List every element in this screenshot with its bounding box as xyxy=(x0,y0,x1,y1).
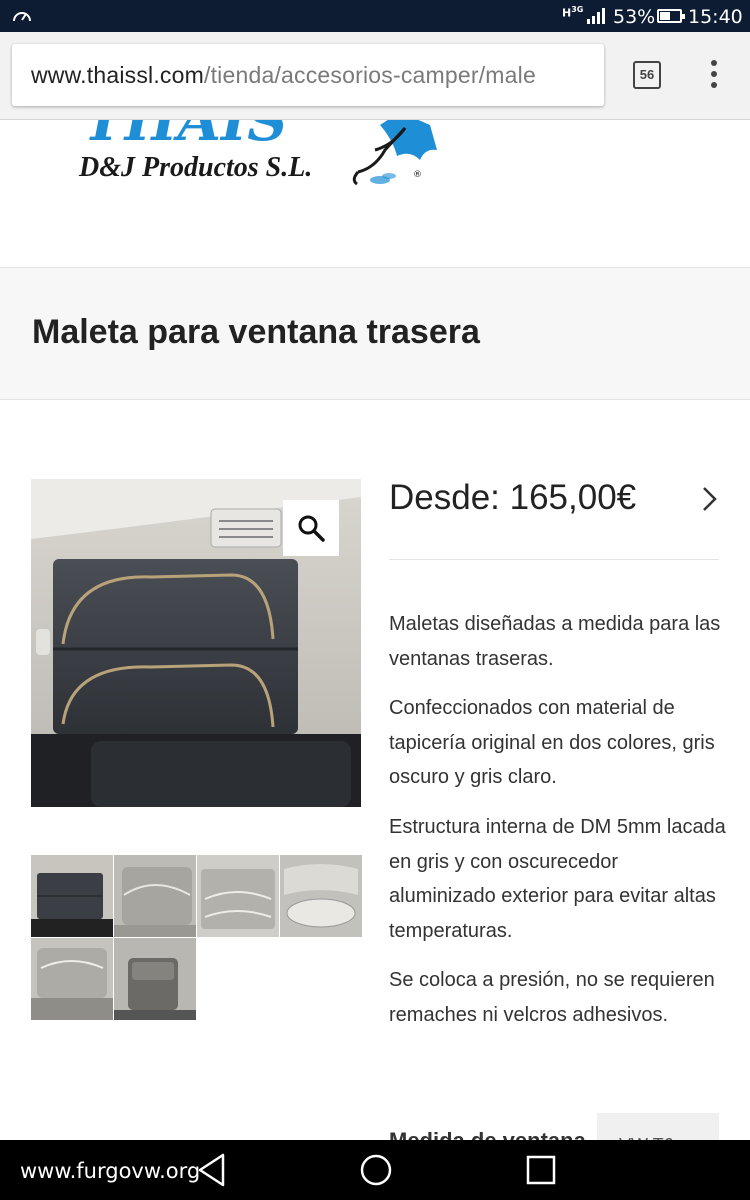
site-header: THAIS D&J Productos S.L. ® xyxy=(0,120,750,268)
gallery-thumbnail[interactable] xyxy=(31,938,113,1020)
browser-toolbar: www.thaissl.com/tienda/accesorios-camper… xyxy=(0,32,750,120)
battery-percent: 53% xyxy=(613,6,656,28)
gallery-thumbnail[interactable] xyxy=(114,855,196,937)
overflow-menu-icon[interactable] xyxy=(706,60,722,92)
network-sub-label: 3G xyxy=(571,5,584,14)
gallery-thumbnail[interactable] xyxy=(114,938,196,1020)
battery-icon xyxy=(657,9,685,23)
logo-brand-text: THAIS xyxy=(83,120,288,154)
gallery-thumbnail[interactable] xyxy=(280,855,362,937)
signal-icon xyxy=(587,8,605,24)
url-path: /tienda/accesorios-camper/male xyxy=(203,62,536,88)
watermark: www.furgovw.org xyxy=(20,1159,201,1183)
back-icon[interactable] xyxy=(196,1152,228,1188)
clock: 15:40 xyxy=(688,6,743,28)
description-paragraph: Se coloca a presión, no se requieren rem… xyxy=(389,969,715,1026)
status-bar: H3G 53% 15:40 xyxy=(0,0,750,32)
address-bar[interactable]: www.thaissl.com/tienda/accesorios-camper… xyxy=(12,44,604,106)
logo-company-text: D&J Productos S.L. xyxy=(78,152,312,183)
network-type: H3G xyxy=(562,4,583,20)
description-paragraph: Estructura interna de DM 5mm lacada en g… xyxy=(389,816,726,942)
url-domain: www.thaissl.com xyxy=(31,62,204,88)
registered-mark: ® xyxy=(413,170,422,180)
tab-switcher-button[interactable]: 56 xyxy=(633,61,661,89)
magnifier-icon xyxy=(298,515,325,542)
speedometer-icon xyxy=(13,12,31,22)
recents-icon[interactable] xyxy=(525,1152,557,1188)
network-label: H xyxy=(562,6,572,20)
gallery-thumbnail[interactable] xyxy=(31,855,113,937)
gallery-thumbnail[interactable] xyxy=(197,855,279,937)
product-price: Desde: 165,00€ xyxy=(389,478,637,517)
umbrella-icon xyxy=(352,120,437,186)
system-nav-bar: www.furgovw.org xyxy=(0,1140,750,1200)
description-paragraph: Maletas diseñadas a medida para las vent… xyxy=(389,613,721,670)
company-logo[interactable]: THAIS D&J Productos S.L. ® xyxy=(75,120,475,210)
description-paragraph: Confeccionados con material de tapicería… xyxy=(389,697,715,788)
url-text: www.thaissl.com/tienda/accesorios-camper… xyxy=(31,62,536,89)
home-icon[interactable] xyxy=(359,1152,393,1188)
battery-level xyxy=(660,12,670,20)
page-title: Maleta para ventana trasera xyxy=(32,313,480,351)
price-row[interactable]: Desde: 165,00€ xyxy=(389,470,719,560)
chevron-right-icon[interactable] xyxy=(699,484,719,514)
title-band: Maleta para ventana trasera xyxy=(0,268,750,400)
zoom-button[interactable] xyxy=(283,500,339,556)
